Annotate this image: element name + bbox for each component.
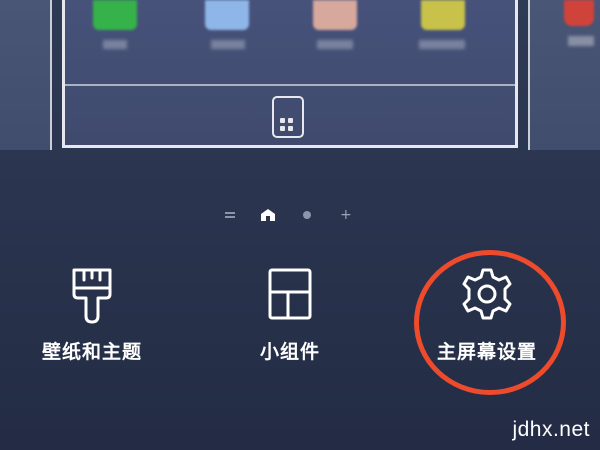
app-label-blurred — [103, 40, 127, 49]
paintbrush-icon — [72, 268, 112, 324]
wallpaper-themes-label: 壁纸和主题 — [41, 341, 142, 363]
app-label-blurred — [419, 40, 465, 49]
app-icon[interactable] — [205, 0, 249, 30]
grid-dot — [288, 118, 293, 123]
app-drawer-icon[interactable] — [272, 96, 304, 138]
grid-dot — [280, 126, 285, 131]
widget-grid-icon — [268, 268, 312, 320]
dock-divider — [65, 84, 515, 86]
app-label-blurred — [317, 40, 353, 49]
app-label-blurred — [211, 40, 245, 49]
grid-dot — [288, 126, 293, 131]
wallpaper-themes-button[interactable]: 壁纸和主题 — [17, 262, 167, 372]
add-page-icon[interactable]: + — [340, 205, 352, 225]
home-page-preview[interactable] — [62, 0, 518, 148]
widgets-label: 小组件 — [259, 341, 320, 363]
menu-lines-icon[interactable] — [225, 212, 235, 218]
app-icon — [564, 0, 594, 26]
next-page-preview[interactable] — [528, 0, 600, 150]
dot-icon[interactable] — [303, 211, 311, 219]
home-icon[interactable] — [261, 209, 275, 221]
home-screen-edit-mode: + 壁纸和主题 小组件 主屏幕设置 jdhx.net — [0, 0, 600, 450]
app-icon[interactable] — [313, 0, 357, 30]
previous-page-preview[interactable] — [0, 0, 52, 150]
widgets-button[interactable]: 小组件 — [215, 262, 365, 372]
app-icon[interactable] — [93, 0, 137, 30]
watermark: jdhx.net — [512, 418, 590, 441]
grid-dot — [280, 118, 285, 123]
app-label-blurred — [568, 36, 594, 46]
highlight-circle — [414, 250, 566, 395]
app-icon[interactable] — [421, 0, 465, 30]
page-indicator: + — [220, 205, 360, 225]
